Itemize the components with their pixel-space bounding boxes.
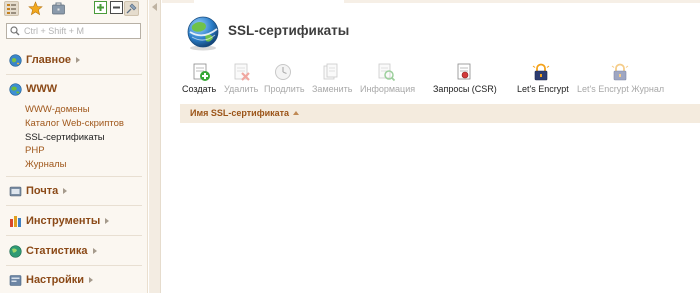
nav-section-label: Почта [26,185,59,197]
toolbar-label: Создать [182,84,217,94]
pin-icon [126,3,137,14]
main-panel: SSL-сертификаты Создать Удалить Продлить… [162,0,700,293]
pin-button[interactable] [124,1,139,16]
nav-section-www[interactable]: WWW [9,82,57,96]
nav-section-label: Статистика [26,245,88,257]
tab-strip [162,0,700,3]
divider [6,205,142,206]
chevron-right-icon [105,218,110,224]
nav-section-label: Главное [26,54,72,66]
replace-icon [323,63,338,80]
toolbar-label: Заменить [312,84,353,94]
nav-item-php[interactable]: PHP [25,145,45,156]
csr-icon [457,63,471,80]
menu-tree-icon [7,4,16,14]
collapse-all-button[interactable] [110,1,125,16]
tools-icon [10,215,21,227]
divider [6,74,142,75]
sort-ascending-icon [293,111,300,115]
nav-item-www-domains[interactable]: WWW-домены [25,104,90,115]
briefcase-icon [52,2,65,15]
globe-stats-icon [9,244,22,258]
tab-ssl-certificates[interactable] [194,0,344,3]
settings-icon [9,274,22,286]
info-icon [378,63,396,82]
menu-tree-button[interactable] [4,1,19,16]
toolbar-label: Let's Encrypt [517,84,569,94]
nav-section-statistics[interactable]: Статистика [9,244,97,258]
collapse-sidebar-icon[interactable] [152,3,157,11]
search-input[interactable] [24,24,136,38]
nav-item-ssl-certificates[interactable]: SSL-сертификаты [25,132,105,143]
sidebar-toolbar [0,0,148,18]
favorites-button[interactable] [28,1,43,16]
nav-section-settings[interactable]: Настройки [9,273,94,287]
chevron-right-icon [76,57,81,63]
delete-icon [234,63,250,81]
divider [6,235,142,236]
chevron-right-icon [89,277,94,283]
nav-section-label: Инструменты [26,215,101,227]
divider [6,265,142,266]
mail-icon [9,186,22,196]
nav-section-mail[interactable]: Почта [9,184,68,198]
toolbar-label: Запросы (CSR) [433,84,497,94]
sidebar: Главное WWW WWW-домены Каталог Web-скрип… [0,0,148,293]
table-header: Имя SSL-сертификата [180,104,700,123]
chevron-right-icon [92,248,97,254]
star-icon [28,1,43,16]
chevron-right-icon [63,188,68,194]
toolbar-label: Let's Encrypt Журнал [577,84,665,94]
renew-icon [275,64,291,80]
page-title: SSL-сертификаты [228,23,350,38]
ssl-globe-icon [187,16,219,51]
lets-encrypt-icon [532,63,550,81]
lets-encrypt-log-icon [611,63,629,81]
minus-box-icon [110,1,123,14]
globe-home-icon [9,53,22,67]
toolbar-label: Информация [360,84,416,94]
nav-section-tools[interactable]: Инструменты [9,214,110,228]
column-header-label: Имя SSL-сертификата [190,108,290,118]
nav-section-main[interactable]: Главное [9,53,81,67]
nav-section-label: WWW [26,83,58,95]
create-icon [193,63,210,81]
plus-box-icon [94,1,107,14]
briefcase-button[interactable] [51,1,66,16]
expand-all-button[interactable] [94,1,109,16]
divider [6,176,142,177]
toolbar-label: Продлить [264,84,305,94]
globe-icon [9,82,22,96]
nav-item-web-scripts[interactable]: Каталог Web-скриптов [25,118,124,129]
menu-search [6,23,141,39]
nav-item-logs[interactable]: Журналы [25,159,67,170]
search-icon [10,26,20,36]
toolbar-label: Удалить [224,84,259,94]
column-header-ssl-name[interactable]: Имя SSL-сертификата [190,108,300,118]
toolbar: Создать Удалить Продлить Заменить Информ… [162,60,700,100]
sidebar-splitter[interactable] [149,0,161,293]
nav-section-label: Настройки [26,274,85,286]
